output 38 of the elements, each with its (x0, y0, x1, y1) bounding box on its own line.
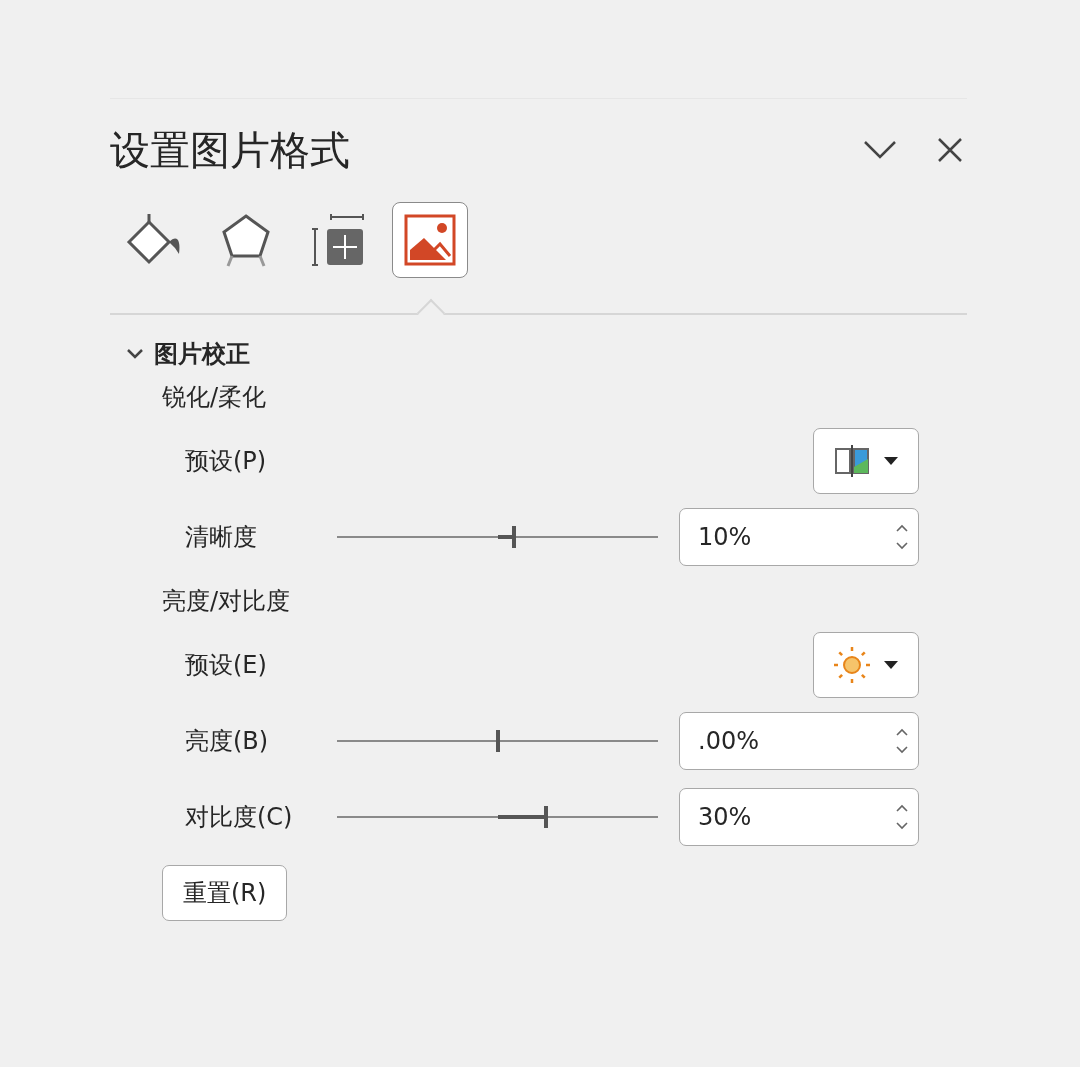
group-heading: 锐化/柔化 (161, 382, 268, 413)
slider-thumb[interactable] (543, 806, 548, 828)
sun-icon (834, 647, 870, 683)
chevron-down-icon (126, 348, 144, 360)
row-label: 预设(E) (185, 650, 268, 681)
dropdown-caret-icon (884, 661, 898, 669)
slider-thumb[interactable] (495, 730, 500, 752)
spin-box[interactable]: 30% (679, 788, 919, 846)
value-input[interactable]: 30% (696, 802, 896, 832)
slider-thumb[interactable] (511, 526, 516, 548)
picture-icon (404, 214, 456, 266)
row-label: 清晰度 (185, 522, 258, 553)
row-label: 对比度(C) (185, 802, 294, 833)
value-input[interactable]: .00% (696, 726, 896, 756)
section-header[interactable]: 图片校正 (110, 337, 250, 371)
chevron-down-icon (863, 140, 897, 160)
row-label: 预设(P) (185, 446, 268, 477)
preset-dropdown[interactable] (813, 632, 919, 698)
sharpen-preset-icon (834, 445, 870, 477)
size-position-icon (311, 213, 365, 267)
panel-title: 设置图片格式 (110, 125, 351, 175)
row-label: 亮度(B) (185, 726, 270, 757)
format-tab[interactable] (392, 202, 468, 278)
spin-up-icon[interactable] (896, 524, 908, 532)
spin-down-icon[interactable] (896, 542, 908, 550)
dropdown-caret-icon (884, 457, 898, 465)
spin-up-icon[interactable] (896, 804, 908, 812)
spin-box[interactable]: 10% (679, 508, 919, 566)
close-icon (937, 137, 963, 163)
reset-button[interactable]: 重置(R) (162, 865, 288, 921)
spin-down-icon[interactable] (896, 746, 908, 754)
spin-up-icon[interactable] (896, 728, 908, 736)
value-input[interactable]: 10% (696, 522, 896, 552)
pentagon-icon (220, 212, 272, 268)
spin-box[interactable]: .00% (679, 712, 919, 770)
spin-down-icon[interactable] (896, 822, 908, 830)
preset-dropdown[interactable] (813, 428, 919, 494)
group-heading: 亮度/对比度 (161, 586, 292, 617)
